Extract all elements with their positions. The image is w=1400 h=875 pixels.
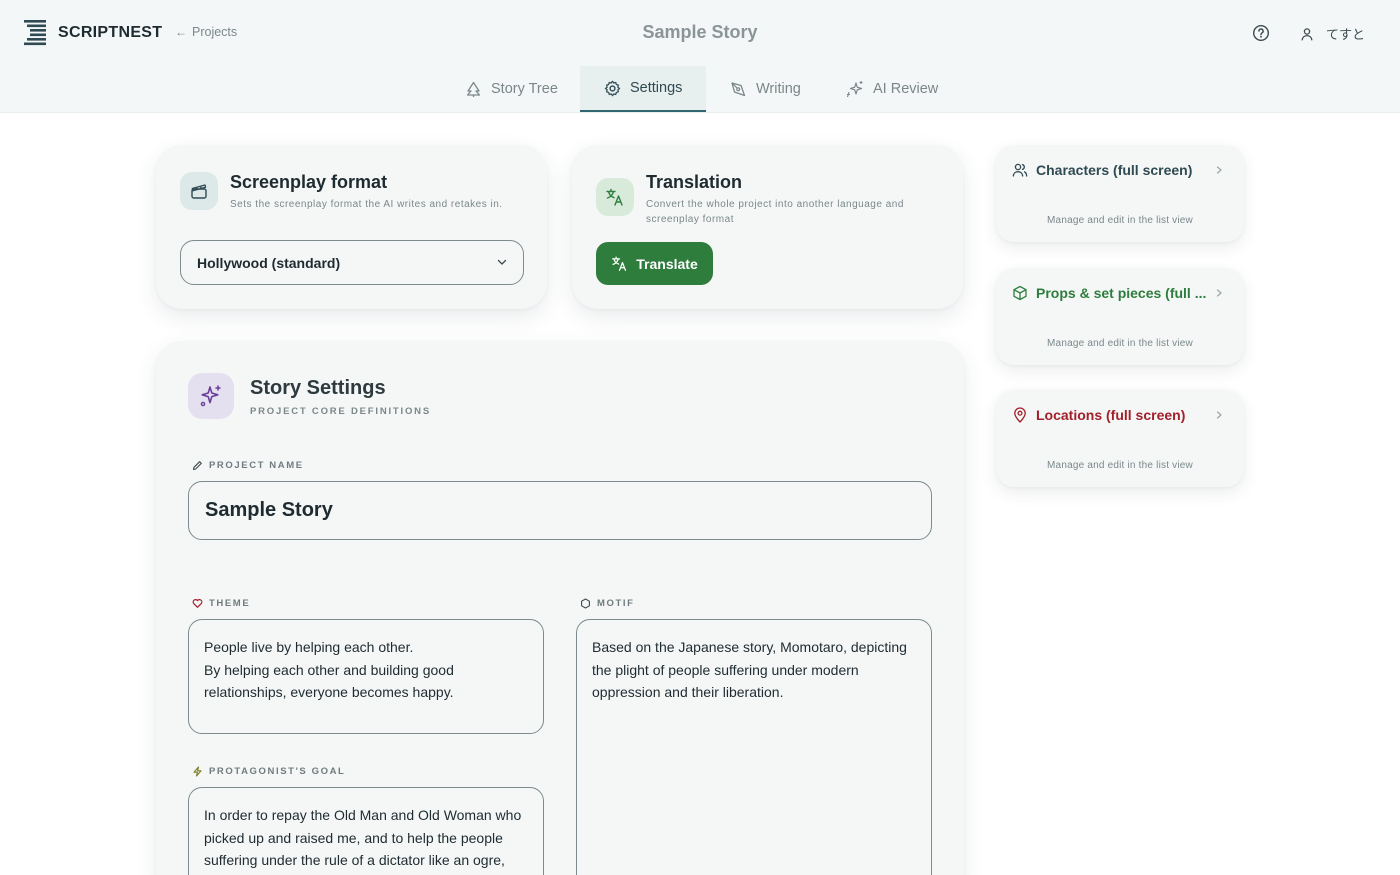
tab-writing[interactable]: Writing xyxy=(730,66,820,112)
chevron-right-icon xyxy=(1216,166,1222,174)
tab-story-tree[interactable]: Story Tree xyxy=(465,66,580,112)
users-icon xyxy=(1012,163,1028,177)
characters-card-subtitle: Manage and edit in the list view xyxy=(1047,215,1193,226)
protagonist-goal-textarea[interactable]: In order to repay the Old Man and Old Wo… xyxy=(188,787,544,875)
characters-card-title: Characters (full screen) xyxy=(1012,162,1212,178)
props-card[interactable]: Props & set pieces (full ... Manage and … xyxy=(996,268,1244,365)
locations-card[interactable]: Locations (full screen) Manage and edit … xyxy=(996,390,1244,487)
clapperboard-icon xyxy=(180,172,218,210)
characters-card[interactable]: Characters (full screen) Manage and edit… xyxy=(996,145,1244,242)
translation-card-subtitle: Convert the whole project into another l… xyxy=(646,199,904,225)
story-settings-card: Story Settings PROJECT CORE DEFINITIONS … xyxy=(156,341,964,875)
project-name-input[interactable]: Sample Story xyxy=(188,481,932,540)
user-name: てすと xyxy=(1326,27,1366,42)
screenplay-format-select[interactable]: Hollywood (standard) xyxy=(180,240,524,285)
sparkles-icon xyxy=(846,81,863,98)
pen-icon xyxy=(731,81,746,96)
props-card-subtitle: Manage and edit in the list view xyxy=(1047,338,1193,349)
user-icon xyxy=(1301,27,1313,40)
tree-icon xyxy=(466,81,481,97)
tab-label: Story Tree xyxy=(491,81,558,97)
translate-icon xyxy=(612,256,627,271)
theme-label: THEME xyxy=(192,598,250,609)
tab-bar: Story Tree Settings Writing AI Review xyxy=(0,66,1400,113)
theme-textarea[interactable]: People live by helping each other. By he… xyxy=(188,619,544,734)
tab-label: Settings xyxy=(630,80,683,96)
chevron-right-icon xyxy=(1216,289,1222,297)
heart-icon xyxy=(192,599,203,608)
top-bar: SCRIPTNEST ← Projects Sample Story てすと xyxy=(0,0,1400,66)
help-icon[interactable] xyxy=(1252,24,1270,42)
chevron-down-icon xyxy=(497,259,507,265)
locations-card-subtitle: Manage and edit in the list view xyxy=(1047,460,1193,471)
hexagon-icon xyxy=(581,598,590,609)
tab-label: AI Review xyxy=(873,81,939,97)
user-menu[interactable]: てすと xyxy=(1300,24,1365,43)
story-settings-subtitle: PROJECT CORE DEFINITIONS xyxy=(250,406,431,417)
tab-label: Writing xyxy=(756,81,801,97)
map-pin-icon xyxy=(1014,407,1026,423)
chevron-right-icon xyxy=(1216,411,1222,419)
story-settings-title: Story Settings xyxy=(250,377,386,399)
props-card-title: Props & set pieces (full ... xyxy=(1012,285,1212,301)
translation-card-title: Translation xyxy=(646,172,743,192)
translate-button[interactable]: Translate xyxy=(596,242,713,285)
translate-icon xyxy=(596,178,634,216)
format-card-title: Screenplay format xyxy=(230,172,388,192)
project-name-label: PROJECT NAME xyxy=(192,460,304,471)
selected-format: Hollywood (standard) xyxy=(197,254,341,271)
protagonist-goal-label: PROTAGONIST'S GOAL xyxy=(192,766,345,777)
gear-icon xyxy=(604,80,621,96)
page-title: Sample Story xyxy=(642,22,758,42)
translation-card: Translation Convert the whole project in… xyxy=(572,145,963,309)
pencil-icon xyxy=(192,461,202,471)
tab-ai-review[interactable]: AI Review xyxy=(846,66,951,112)
translate-button-label: Translate xyxy=(636,255,698,272)
motif-textarea[interactable]: Based on the Japanese story, Momotaro, d… xyxy=(576,619,932,875)
sparkles-icon xyxy=(188,373,234,419)
locations-card-title: Locations (full screen) xyxy=(1012,407,1212,423)
motif-label: MOTIF xyxy=(580,598,635,609)
format-card-subtitle: Sets the screenplay format the AI writes… xyxy=(230,199,503,210)
lightning-icon xyxy=(193,766,202,777)
screenplay-format-card: Screenplay format Sets the screenplay fo… xyxy=(156,145,547,309)
cube-icon xyxy=(1013,285,1027,301)
tab-settings[interactable]: Settings xyxy=(580,66,706,112)
